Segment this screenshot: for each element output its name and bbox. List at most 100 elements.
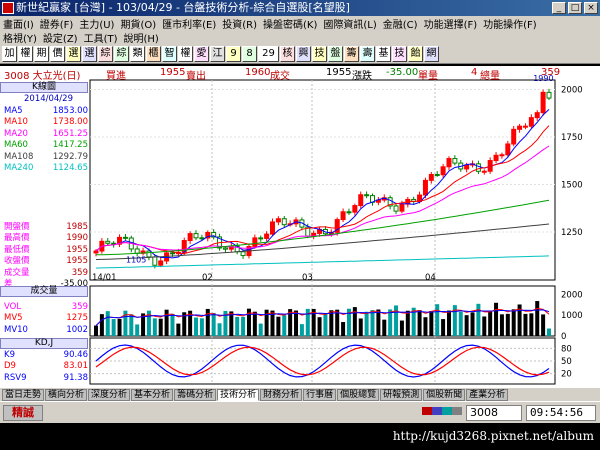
- toolbar-button[interactable]: 選: [66, 45, 81, 62]
- candle-body: [158, 260, 164, 266]
- total-value: 359: [541, 67, 561, 78]
- toolbar-button[interactable]: 籌: [344, 45, 359, 62]
- toolbar-button[interactable]: 技: [392, 45, 407, 62]
- legend-name: MA108: [4, 151, 34, 162]
- ohlc-value: 1955: [66, 244, 88, 255]
- menu-item[interactable]: 主力(U): [76, 16, 117, 31]
- last-label: 成交: [270, 71, 290, 82]
- change-value: -35.00: [386, 67, 419, 78]
- volume-bar: [235, 316, 240, 336]
- volume-bar: [470, 312, 475, 336]
- legend-value: 1417.25: [52, 140, 88, 151]
- ohlc-value: 1990: [66, 233, 88, 244]
- tab-item[interactable]: 行事曆: [303, 388, 337, 401]
- toolbar-button[interactable]: 29: [258, 45, 279, 62]
- volume-bar: [241, 316, 246, 336]
- volume-bar: [499, 314, 504, 336]
- tab-item[interactable]: 財務分析: [260, 388, 303, 401]
- volume-bar: [541, 314, 546, 336]
- toolbar-button[interactable]: 選: [82, 45, 97, 62]
- candle-body: [281, 218, 287, 226]
- toolbar-button[interactable]: 興: [296, 45, 311, 62]
- legend-name: RSV9: [4, 372, 27, 383]
- tab-item[interactable]: 深度分析: [88, 388, 131, 401]
- tab-item[interactable]: 基本分析: [131, 388, 174, 401]
- toolbar-button[interactable]: 櫃: [146, 45, 161, 62]
- tab-item[interactable]: 籌碼分析: [174, 388, 217, 401]
- menu-bar: 畫面(I) 證券(F) 主力(U) 期貨(O) 匯市利率(E) 投資(R) 操盤密碼(K) 國…: [0, 16, 600, 45]
- tab-item[interactable]: 產業分析: [466, 388, 509, 401]
- toolbar-button[interactable]: 權: [18, 45, 33, 62]
- toolbar-button[interactable]: 基: [376, 45, 391, 62]
- maximize-button[interactable]: □: [568, 2, 582, 14]
- menu-item[interactable]: 格視(Y): [0, 30, 40, 45]
- volume-bar: [276, 316, 281, 336]
- kd-tick-label: 50: [561, 357, 572, 367]
- low-price-label: 1105: [126, 255, 146, 264]
- toolbar-button[interactable]: 飴: [408, 45, 423, 62]
- tab-item[interactable]: 個股新聞: [423, 388, 466, 401]
- candle-body: [481, 170, 487, 173]
- toolbar-button[interactable]: 壽: [360, 45, 375, 62]
- toolbar-button[interactable]: 價: [50, 45, 65, 62]
- menu-item[interactable]: 畫面(I): [0, 16, 37, 31]
- mv10-line: [95, 309, 550, 326]
- volume-bar: [294, 310, 299, 336]
- close-button[interactable]: ×: [584, 2, 598, 14]
- menu-item[interactable]: 投資(R): [219, 16, 260, 31]
- menu-item[interactable]: 國際資訊(L): [320, 16, 379, 31]
- toolbar-button[interactable]: 權: [178, 45, 193, 62]
- toolbar-button[interactable]: 期: [34, 45, 49, 62]
- toolbar: 加權期價選選綜綜類櫃智權愛江 9 8 29 核興技盤籌壽基技飴網: [0, 44, 600, 64]
- toolbar-button[interactable]: 8: [242, 45, 257, 62]
- volume-bar: [505, 313, 510, 336]
- ohlc-label: 最低價: [4, 244, 30, 255]
- candle-body: [134, 248, 140, 254]
- symbol-code-field[interactable]: 3008: [466, 405, 522, 421]
- toolbar-button[interactable]: 綜: [114, 45, 129, 62]
- candle-body: [434, 174, 440, 177]
- volume-bar: [482, 316, 487, 336]
- toolbar-button[interactable]: 江: [210, 45, 225, 62]
- tab-item[interactable]: 當日走勢: [2, 388, 45, 401]
- minimize-button[interactable]: _: [552, 2, 566, 14]
- date-tick-label: 04: [425, 273, 436, 283]
- menu-item[interactable]: 金融(C): [380, 16, 421, 31]
- technical-chart[interactable]: 200017501500125014/01 02 03 041990110520001…: [0, 66, 600, 388]
- menu-item[interactable]: 功能操作(F): [480, 16, 540, 31]
- tab-item[interactable]: 研報預測: [380, 388, 423, 401]
- toolbar-button[interactable]: 類: [130, 45, 145, 62]
- toolbar-button[interactable]: 愛: [194, 45, 209, 62]
- menu-item[interactable]: 期貨(O): [117, 16, 159, 31]
- toolbar-button[interactable]: 加: [2, 45, 17, 62]
- menu-item[interactable]: 操盤密碼(K): [260, 16, 320, 31]
- toolbar-button[interactable]: 技: [312, 45, 327, 62]
- toolbar-button[interactable]: 網: [424, 45, 439, 62]
- candle-body: [275, 218, 281, 223]
- volume-bar: [388, 309, 393, 336]
- toolbar-button[interactable]: 核: [280, 45, 295, 62]
- legend-row: RSV9 91.38: [4, 373, 88, 384]
- legend-value: 1124.65: [52, 163, 88, 174]
- kline-date: 2014/04/29: [24, 94, 73, 104]
- status-color-indicator: [422, 407, 462, 415]
- menu-item[interactable]: 證券(F): [37, 16, 77, 31]
- volume-bar: [446, 310, 451, 336]
- toolbar-button[interactable]: 9: [226, 45, 241, 62]
- volume-bar: [399, 320, 404, 336]
- candle-body: [105, 240, 111, 244]
- price-tick-label: 1500: [561, 181, 583, 191]
- app-name-badge: 精誠: [3, 405, 43, 421]
- volume-bar: [329, 310, 334, 336]
- toolbar-button[interactable]: 智: [162, 45, 177, 62]
- tab-item[interactable]: 技術分析: [217, 388, 260, 401]
- toolbar-button[interactable]: 綜: [98, 45, 113, 62]
- toolbar-button[interactable]: 盤: [328, 45, 343, 62]
- menu-item[interactable]: 設定(Z): [40, 30, 81, 45]
- tab-item[interactable]: 個股總覽: [337, 388, 380, 401]
- menu-item[interactable]: 匯市利率(E): [159, 16, 219, 31]
- menu-item[interactable]: 工具(T): [81, 30, 121, 45]
- menu-item[interactable]: 功能選擇(F): [421, 16, 481, 31]
- tab-item[interactable]: 橫向分析: [45, 388, 88, 401]
- menu-item[interactable]: 說明(H): [121, 30, 162, 45]
